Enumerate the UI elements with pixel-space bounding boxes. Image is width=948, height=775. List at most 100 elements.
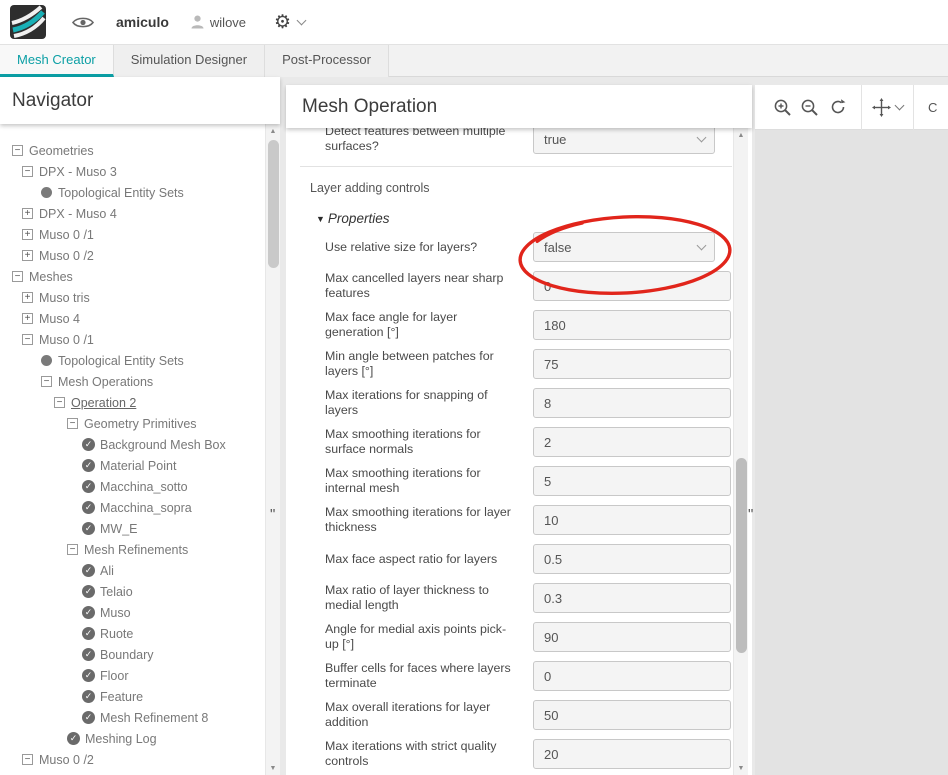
check-icon: ✓ bbox=[82, 438, 95, 451]
field-label: Max face aspect ratio for layers bbox=[325, 551, 498, 566]
tree-item[interactable]: + Muso 0 /2 bbox=[0, 245, 265, 266]
gear-icon[interactable]: ⚙ bbox=[274, 13, 291, 32]
detect-features-select[interactable]: true bbox=[533, 128, 715, 154]
use-relative-size-select[interactable]: false bbox=[533, 232, 715, 262]
tree-item[interactable]: − Meshes bbox=[0, 266, 265, 287]
tree-item[interactable]: ✓ Material Point bbox=[0, 455, 265, 476]
navigator-scrollbar[interactable]: ▲ ▼ bbox=[265, 124, 280, 775]
field-label: Max ratio of layer thickness to medial l… bbox=[325, 583, 489, 612]
tree-item[interactable]: ✓ Background Mesh Box bbox=[0, 434, 265, 455]
clipped-toolbar-button[interactable]: C bbox=[928, 100, 937, 115]
tree-item[interactable]: ✓ Floor bbox=[0, 665, 265, 686]
expand-icon[interactable]: + bbox=[22, 229, 33, 240]
panel-collapse-handle[interactable]: " bbox=[270, 507, 275, 522]
tree-item[interactable]: Topological Entity Sets bbox=[0, 182, 265, 203]
zoom-in-button[interactable] bbox=[773, 98, 792, 117]
expand-icon[interactable]: + bbox=[22, 292, 33, 303]
smoothing-internal-mesh-input[interactable] bbox=[533, 466, 731, 496]
scrollbar-thumb[interactable] bbox=[268, 140, 279, 268]
field-label: Buffer cells for faces where layers term… bbox=[325, 661, 511, 690]
scroll-up-icon[interactable]: ▲ bbox=[734, 128, 748, 142]
tree-item[interactable]: + Muso 4 bbox=[0, 308, 265, 329]
tree-item[interactable]: − Muso 0 /1 bbox=[0, 329, 265, 350]
collapse-icon[interactable]: − bbox=[67, 544, 78, 555]
properties-header[interactable]: ▼ Properties bbox=[316, 211, 732, 226]
tree-item[interactable]: − DPX - Muso 3 bbox=[0, 161, 265, 182]
max-thickness-medial-ratio-input[interactable] bbox=[533, 583, 731, 613]
scroll-down-icon[interactable]: ▼ bbox=[266, 761, 280, 775]
max-face-aspect-ratio-input[interactable] bbox=[533, 544, 731, 574]
tree-item[interactable]: ✓ Muso bbox=[0, 602, 265, 623]
field-row: Use relative size for layers? false bbox=[325, 232, 732, 262]
form-scrollbar[interactable]: ▲ ▼ bbox=[733, 128, 748, 775]
tree-item[interactable]: − Mesh Refinements bbox=[0, 539, 265, 560]
strict-quality-iterations-input[interactable] bbox=[533, 739, 731, 769]
mesh-operation-form: Detect features between multiple surface… bbox=[286, 128, 732, 775]
pan-tool-button[interactable] bbox=[872, 97, 905, 117]
scrollbar-thumb[interactable] bbox=[736, 458, 747, 653]
max-cancelled-layers-input[interactable] bbox=[533, 271, 731, 301]
buffer-cells-input[interactable] bbox=[533, 661, 731, 691]
tree-item[interactable]: ✓ Ruote bbox=[0, 623, 265, 644]
tree-item[interactable]: − Muso 0 /2 bbox=[0, 749, 265, 770]
smoothing-layer-thickness-input[interactable] bbox=[533, 505, 731, 535]
mesh-operation-title: Mesh Operation bbox=[286, 85, 752, 128]
field-row: Max smoothing iterations for surface nor… bbox=[325, 427, 732, 457]
tree-item[interactable]: ✓ Macchina_sopra bbox=[0, 497, 265, 518]
collapse-icon[interactable]: − bbox=[22, 334, 33, 345]
toolbar-divider bbox=[913, 84, 914, 130]
tree-item[interactable]: ✓ Feature bbox=[0, 686, 265, 707]
collapse-icon[interactable]: − bbox=[54, 397, 65, 408]
scroll-up-icon[interactable]: ▲ bbox=[266, 124, 280, 138]
collapse-icon[interactable]: − bbox=[22, 754, 33, 765]
field-label: Max overall iterations for layer additio… bbox=[325, 700, 491, 729]
tree-item[interactable]: + Muso 0 /1 bbox=[0, 224, 265, 245]
scroll-down-icon[interactable]: ▼ bbox=[734, 761, 748, 775]
tree-item[interactable]: ✓ MW_E bbox=[0, 518, 265, 539]
tree-item[interactable]: + DPX - Muso 4 bbox=[0, 203, 265, 224]
tree-item[interactable]: ✓ Boundary bbox=[0, 644, 265, 665]
tab-post-processor[interactable]: Post-Processor bbox=[265, 45, 389, 77]
tree-item[interactable]: ✓ Meshing Log bbox=[0, 728, 265, 749]
smoothing-surface-normals-input[interactable] bbox=[533, 427, 731, 457]
tree-item[interactable]: ✓ Macchina_sotto bbox=[0, 476, 265, 497]
collapse-icon[interactable]: − bbox=[41, 376, 52, 387]
tree-item[interactable]: − Geometries bbox=[0, 140, 265, 161]
tab-simulation-designer[interactable]: Simulation Designer bbox=[113, 45, 266, 77]
viewport-3d-canvas[interactable] bbox=[755, 130, 948, 775]
username-label[interactable]: wilove bbox=[210, 15, 246, 30]
tree-item[interactable]: ✓ Telaio bbox=[0, 581, 265, 602]
tree-item[interactable]: − Mesh Operations bbox=[0, 371, 265, 392]
zoom-out-button[interactable] bbox=[800, 98, 819, 117]
tab-mesh-creator[interactable]: Mesh Creator bbox=[0, 45, 114, 77]
field-row: Detect features between multiple surface… bbox=[325, 128, 732, 156]
max-overall-iterations-input[interactable] bbox=[533, 700, 731, 730]
tree-item[interactable]: + Muso tris bbox=[0, 287, 265, 308]
collapse-icon[interactable]: − bbox=[22, 166, 33, 177]
expand-icon[interactable]: + bbox=[22, 250, 33, 261]
min-angle-patches-input[interactable] bbox=[533, 349, 731, 379]
max-face-angle-input[interactable] bbox=[533, 310, 731, 340]
workspace-name[interactable]: amiculo bbox=[116, 14, 169, 30]
expand-icon[interactable]: + bbox=[22, 208, 33, 219]
tree-item[interactable]: Topological Entity Sets bbox=[0, 350, 265, 371]
app-logo-icon[interactable] bbox=[10, 5, 46, 39]
medial-axis-angle-input[interactable] bbox=[533, 622, 731, 652]
field-row: Max ratio of layer thickness to medial l… bbox=[325, 583, 732, 613]
chevron-down-icon bbox=[696, 132, 707, 142]
field-label: Max smoothing iterations for surface nor… bbox=[325, 427, 481, 456]
collapse-icon[interactable]: − bbox=[67, 418, 78, 429]
collapse-icon[interactable]: − bbox=[12, 145, 23, 156]
tree-item[interactable]: − Geometry Primitives bbox=[0, 413, 265, 434]
collapse-icon[interactable]: − bbox=[12, 271, 23, 282]
panel-collapse-handle[interactable]: " bbox=[748, 507, 753, 522]
refresh-icon[interactable] bbox=[829, 98, 847, 116]
tree-item[interactable]: ✓ Ali bbox=[0, 560, 265, 581]
mesh-operation-panel: Mesh Operation Detect features between m… bbox=[286, 85, 752, 775]
chevron-down-icon[interactable] bbox=[296, 15, 307, 25]
tree-item-operation-2[interactable]: − Operation 2 bbox=[0, 392, 265, 413]
expand-icon[interactable]: + bbox=[22, 313, 33, 324]
max-snapping-iterations-input[interactable] bbox=[533, 388, 731, 418]
tree-item[interactable]: ✓ Mesh Refinement 8 bbox=[0, 707, 265, 728]
visibility-eye-icon[interactable] bbox=[72, 15, 94, 30]
